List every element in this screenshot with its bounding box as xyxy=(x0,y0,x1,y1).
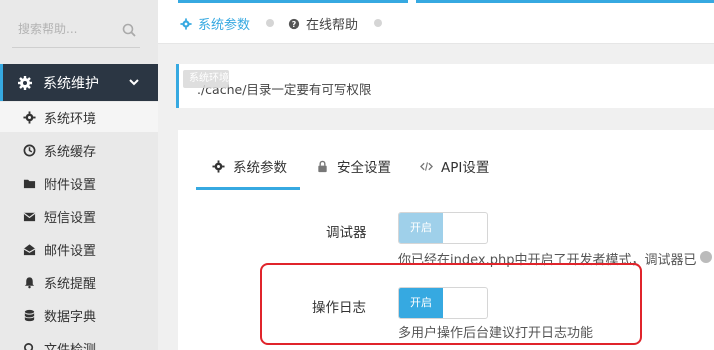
chevron-down-icon xyxy=(129,79,139,86)
card-tab-label: API设置 xyxy=(441,160,490,176)
sidebar-item-label: 数据字典 xyxy=(44,309,97,325)
bell-icon xyxy=(22,275,36,289)
envelope-open-icon xyxy=(22,242,36,256)
search-icon xyxy=(22,341,36,350)
sidebar-item-label: 系统缓存 xyxy=(44,144,97,160)
sidebar-item-label: 邮件设置 xyxy=(44,243,97,259)
tab-online-help[interactable]: ? 在线帮助 xyxy=(288,14,358,33)
card-tab-label: 安全设置 xyxy=(337,160,391,176)
question-icon: ? xyxy=(288,18,300,29)
sidebar-item-reminder[interactable]: 系统提醒 xyxy=(0,267,158,297)
active-tab-underline xyxy=(196,187,300,190)
active-accent-bar xyxy=(0,64,3,101)
debugger-switch[interactable]: 开启 xyxy=(398,212,488,244)
envelope-icon xyxy=(22,209,36,223)
top-border xyxy=(416,0,714,3)
card-tab-label: 系统参数 xyxy=(233,160,287,176)
card-tab-system-params[interactable]: 系统参数 xyxy=(212,156,287,176)
debugger-label: 调试器 xyxy=(326,225,367,241)
code-icon xyxy=(420,160,433,173)
lock-icon xyxy=(316,160,329,173)
gear-icon xyxy=(22,110,36,124)
sidebar-item-label: 文件检测 xyxy=(44,342,97,350)
cache-permission-notice: ./cache/目录一定要有可写权限 xyxy=(176,64,714,108)
sidebar-item-label: 附件设置 xyxy=(44,177,97,193)
search-box xyxy=(12,14,140,48)
sidebar-item-system-cache[interactable]: 系统缓存 xyxy=(0,135,158,165)
sidebar: 系统维护 系统环境 系统缓存 附件设置 短信设置 邮件设置 xyxy=(0,0,158,350)
folder-icon xyxy=(22,176,36,190)
sidebar-group-label: 系统维护 xyxy=(43,75,99,92)
sidebar-item-attachment[interactable]: 附件设置 xyxy=(0,168,158,198)
sidebar-item-email[interactable]: 邮件设置 xyxy=(0,234,158,264)
top-tab-bar: 系统参数 ? 在线帮助 xyxy=(158,0,714,44)
sidebar-item-label: 系统环境 xyxy=(44,111,97,127)
tab-separator-dot xyxy=(374,19,382,27)
sidebar-item-label: 短信设置 xyxy=(44,210,97,226)
tab-label: 在线帮助 xyxy=(306,18,359,33)
search-icon[interactable] xyxy=(122,23,136,37)
gear-icon xyxy=(18,75,32,90)
gear-icon xyxy=(212,159,225,173)
highlight-box xyxy=(260,263,642,345)
switch-on-label: 开启 xyxy=(399,213,443,243)
sidebar-item-file-check[interactable]: 文件检测 xyxy=(0,333,158,350)
gear-icon xyxy=(180,17,192,30)
sidebar-item-label: 系统提醒 xyxy=(44,276,97,292)
hover-tooltip: 系统环境 xyxy=(183,70,229,88)
sidebar-item-system-env[interactable]: 系统环境 xyxy=(0,102,158,132)
sidebar-group-system-maintenance[interactable]: 系统维护 xyxy=(0,64,158,101)
info-icon xyxy=(700,251,712,263)
sidebar-item-data-dict[interactable]: 数据字典 xyxy=(0,300,158,330)
active-top-indicator xyxy=(178,0,408,3)
tab-system-params[interactable]: 系统参数 xyxy=(180,14,250,33)
svg-text:?: ? xyxy=(292,20,296,29)
card-tab-security[interactable]: 安全设置 xyxy=(316,156,391,176)
database-icon xyxy=(22,308,36,322)
search-input[interactable] xyxy=(12,14,140,44)
sidebar-item-sms[interactable]: 短信设置 xyxy=(0,201,158,231)
clock-icon xyxy=(22,143,36,157)
card-tab-api[interactable]: API设置 xyxy=(420,156,489,176)
tab-label: 系统参数 xyxy=(198,18,251,33)
tab-separator-dot xyxy=(266,19,274,27)
